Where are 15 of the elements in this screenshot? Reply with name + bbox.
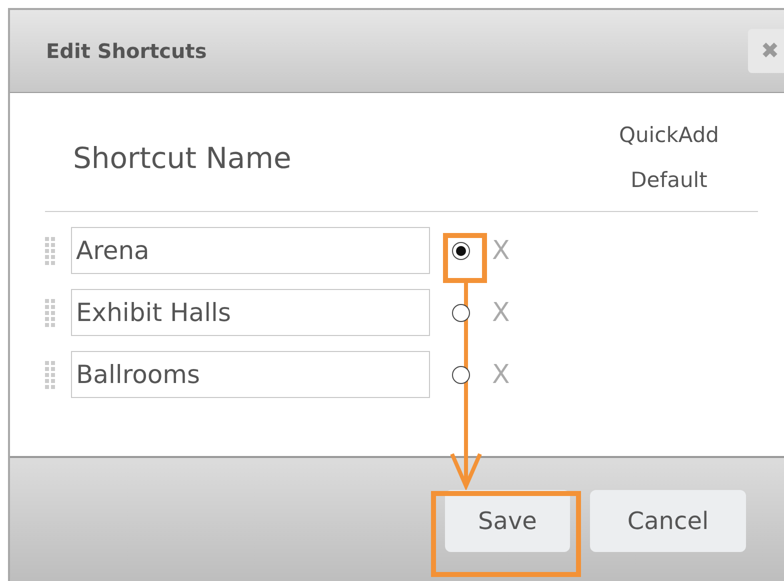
dialog-title: Edit Shortcuts <box>46 39 207 63</box>
highlight-box <box>443 233 487 283</box>
drag-handle-icon[interactable] <box>45 298 55 328</box>
shortcut-name-field[interactable]: Arena <box>71 227 430 274</box>
default-radio[interactable] <box>452 304 470 322</box>
save-button[interactable]: Save <box>445 490 570 552</box>
default-radio[interactable] <box>452 242 470 260</box>
shortcut-name-field[interactable]: Exhibit Halls <box>71 289 430 336</box>
column-header: QuickAdd Default <box>618 122 720 194</box>
drag-handle-icon[interactable] <box>45 360 55 390</box>
cancel-button[interactable]: Cancel <box>590 490 746 552</box>
drag-handle-icon[interactable] <box>45 236 55 266</box>
default-radio[interactable] <box>452 366 470 384</box>
shortcut-name-field[interactable]: Ballrooms <box>71 351 430 398</box>
column-header: Shortcut Name <box>73 141 292 175</box>
